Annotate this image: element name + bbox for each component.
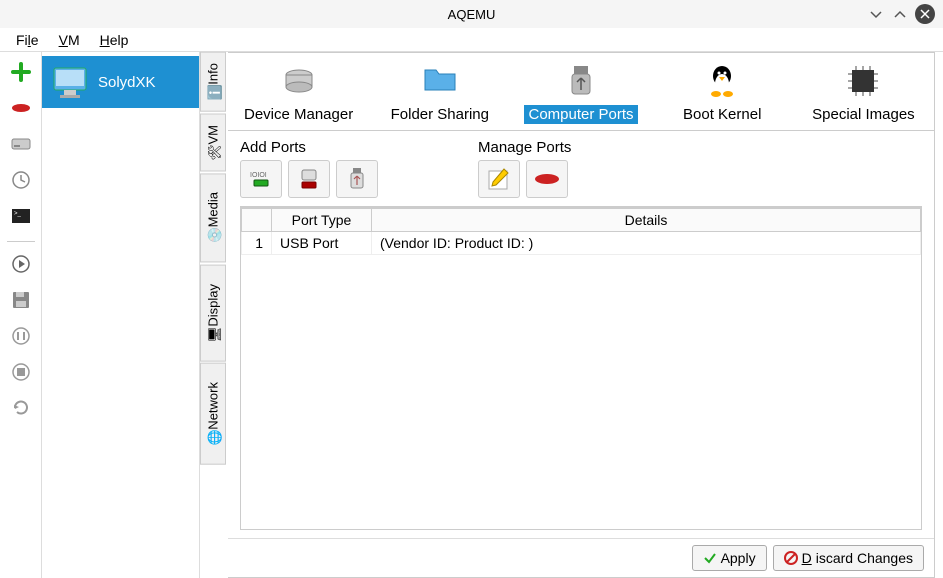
panel-body: Add Ports IOIOI Manage Ports <box>228 131 934 538</box>
svg-text:>_: >_ <box>14 211 22 217</box>
toolbar-separator <box>7 238 35 242</box>
delete-port-button[interactable] <box>526 160 568 198</box>
add-parallel-port-button[interactable] <box>288 160 330 198</box>
sidetab-network[interactable]: 🌐Network <box>200 363 226 465</box>
add-serial-port-button[interactable]: IOIOI <box>240 160 282 198</box>
menubar: File VM Help <box>0 28 943 52</box>
discard-button[interactable]: Discard Changes <box>773 545 924 571</box>
tab-computer-ports[interactable]: Computer Ports <box>510 59 651 130</box>
left-toolbar: >_ <box>0 52 42 578</box>
main-area: >_ SolydXK ℹ️Info 🛠VM 💿Media 🖥Display 🌐N… <box>0 52 943 578</box>
play-button[interactable] <box>7 250 35 278</box>
window-title: AQEMU <box>448 7 496 22</box>
tab-special-images[interactable]: Special Images <box>793 59 934 130</box>
manage-ports-section: Manage Ports <box>478 139 571 198</box>
penguin-icon <box>702 61 742 101</box>
cell-num: 1 <box>242 232 272 255</box>
ports-table: Port Type Details 1 USB Port (Vendor ID:… <box>240 206 922 530</box>
usb-icon <box>561 61 601 101</box>
tab-folder-sharing[interactable]: Folder Sharing <box>369 59 510 130</box>
drive-icon <box>279 61 319 101</box>
chip-icon <box>843 61 883 101</box>
cell-type: USB Port <box>272 232 372 255</box>
pause-button[interactable] <box>7 322 35 350</box>
apply-button[interactable]: Apply <box>692 545 767 571</box>
sidetab-media[interactable]: 💿Media <box>200 173 226 262</box>
tab-device-manager[interactable]: Device Manager <box>228 59 369 130</box>
add-usb-port-button[interactable] <box>336 160 378 198</box>
vm-item-label: SolydXK <box>98 74 156 91</box>
media-icon: 💿 <box>207 232 219 244</box>
menu-help[interactable]: Help <box>92 30 137 50</box>
wrench-icon: 🛠 <box>207 148 219 160</box>
monitor-icon <box>52 64 88 100</box>
top-tabs: Device Manager Folder Sharing Computer P… <box>228 53 934 131</box>
maximize-button[interactable] <box>891 5 909 23</box>
manage-ports-label: Manage Ports <box>478 139 571 156</box>
col-port-type[interactable]: Port Type <box>272 209 372 232</box>
add-vm-button[interactable] <box>7 58 35 86</box>
footer: Apply Discard Changes <box>228 538 934 577</box>
save-button[interactable] <box>7 286 35 314</box>
svg-text:IOIOI: IOIOI <box>250 172 267 179</box>
tab-boot-kernel[interactable]: Boot Kernel <box>652 59 793 130</box>
disk-button[interactable] <box>7 130 35 158</box>
titlebar: AQEMU <box>0 0 943 28</box>
tab-label: Special Images <box>808 105 919 124</box>
edit-port-button[interactable] <box>478 160 520 198</box>
main-panel: Device Manager Folder Sharing Computer P… <box>228 52 935 578</box>
remove-vm-button[interactable] <box>7 94 35 122</box>
title-buttons <box>867 4 935 24</box>
sidetab-info[interactable]: ℹ️Info <box>200 52 226 112</box>
vm-list: SolydXK <box>42 52 200 578</box>
clock-button[interactable] <box>7 166 35 194</box>
display-icon: 🖥 <box>207 330 219 342</box>
tab-label: Boot Kernel <box>679 105 765 124</box>
close-button[interactable] <box>915 4 935 24</box>
stop-button[interactable] <box>7 358 35 386</box>
add-ports-section: Add Ports IOIOI <box>240 139 378 198</box>
cell-details: (Vendor ID: Product ID: ) <box>372 232 921 255</box>
col-num[interactable] <box>242 209 272 232</box>
add-ports-label: Add Ports <box>240 139 378 156</box>
tab-label: Device Manager <box>240 105 357 124</box>
port-sections: Add Ports IOIOI Manage Ports <box>240 139 922 198</box>
side-tabs: ℹ️Info 🛠VM 💿Media 🖥Display 🌐Network <box>200 52 226 578</box>
tab-label: Folder Sharing <box>387 105 493 124</box>
folder-icon <box>420 61 460 101</box>
col-details[interactable]: Details <box>372 209 921 232</box>
menu-file[interactable]: File <box>8 30 47 50</box>
network-icon: 🌐 <box>207 434 219 446</box>
sidetab-vm[interactable]: 🛠VM <box>200 114 226 172</box>
menu-vm[interactable]: VM <box>51 30 88 50</box>
sidetab-display[interactable]: 🖥Display <box>200 265 226 362</box>
vm-item-solydxk[interactable]: SolydXK <box>42 56 199 108</box>
refresh-button[interactable] <box>7 394 35 422</box>
content-area: ℹ️Info 🛠VM 💿Media 🖥Display 🌐Network Devi… <box>200 52 943 578</box>
minimize-button[interactable] <box>867 5 885 23</box>
terminal-button[interactable]: >_ <box>7 202 35 230</box>
table-row[interactable]: 1 USB Port (Vendor ID: Product ID: ) <box>242 232 921 255</box>
tab-label: Computer Ports <box>524 105 637 124</box>
info-icon: ℹ️ <box>207 89 219 101</box>
